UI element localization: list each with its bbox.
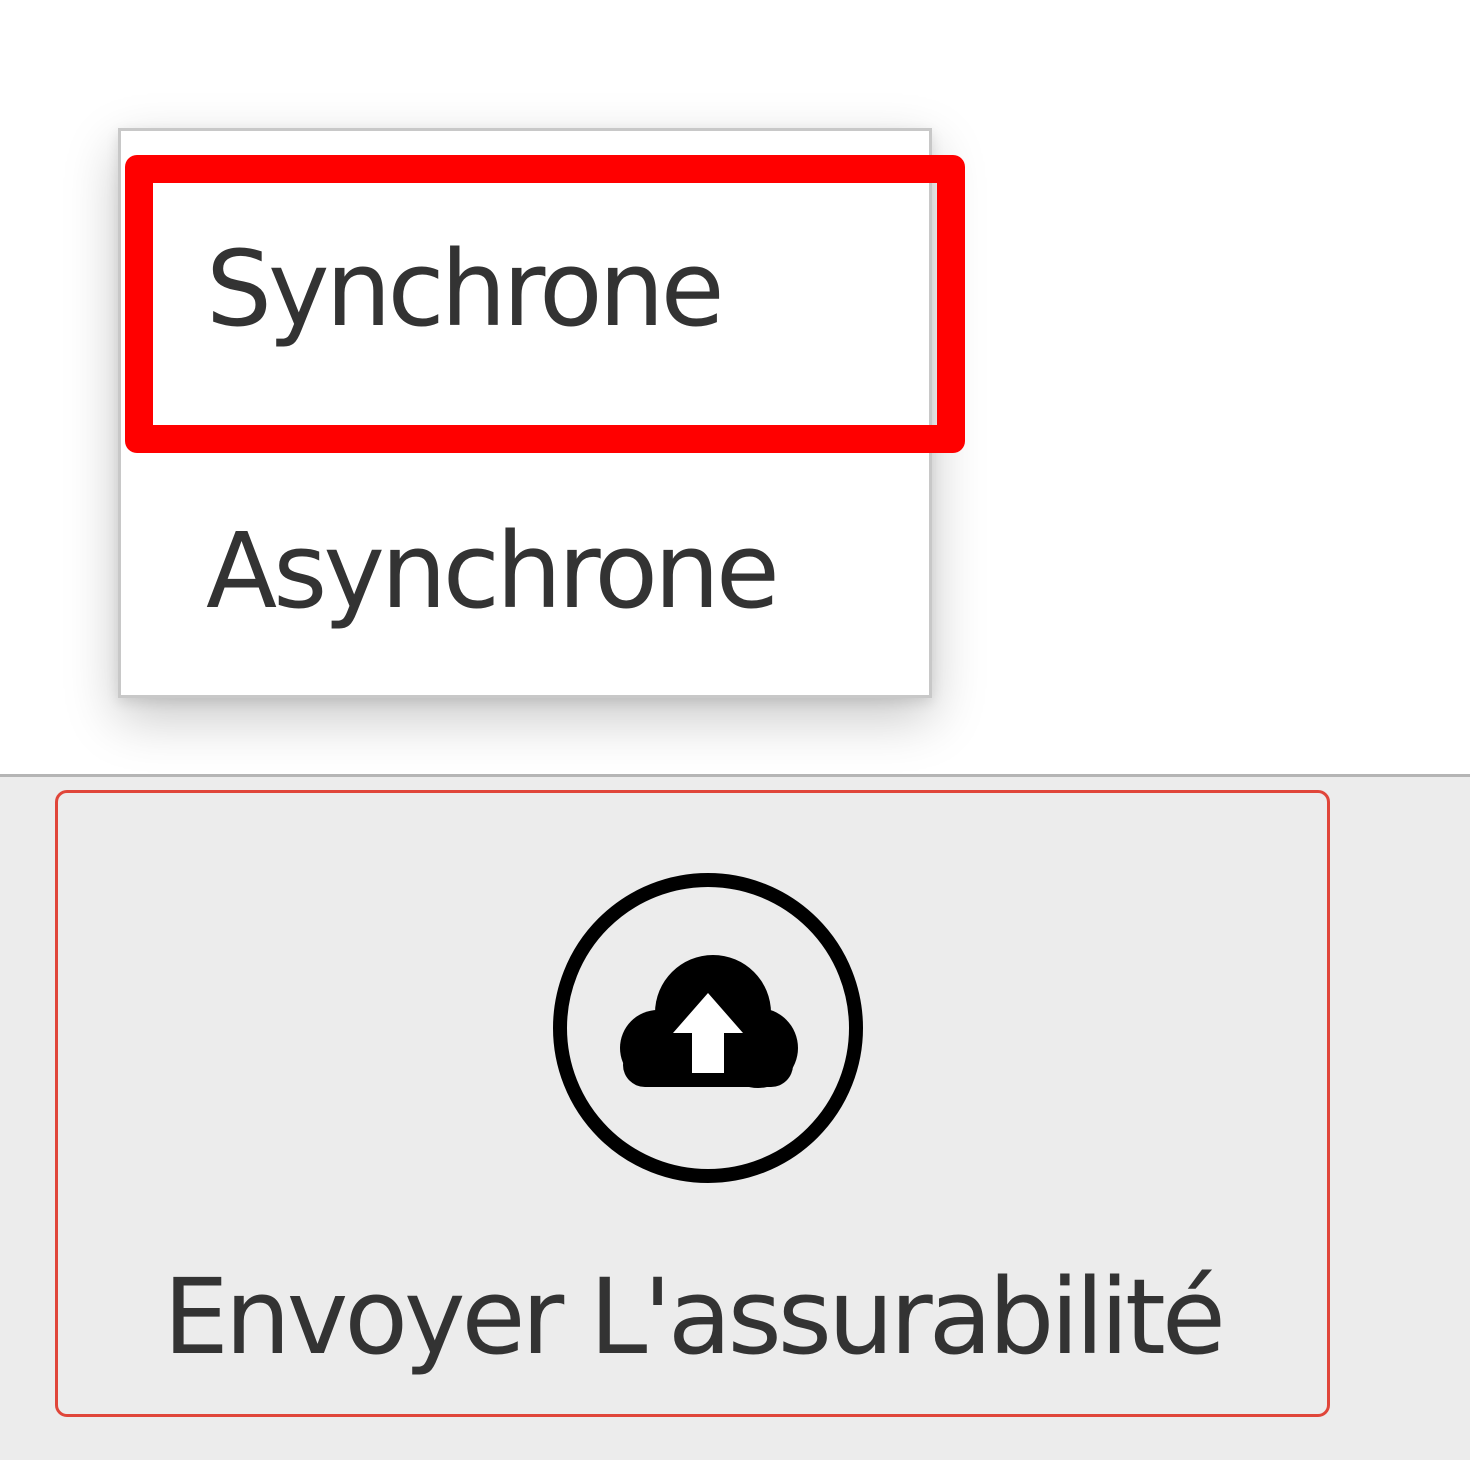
menu-item-asynchrone[interactable]: Asynchrone [121,519,929,623]
action-toolbar: Envoyer L'assurabilité [0,774,1470,1460]
menu-item-synchrone[interactable]: Synchrone [121,237,929,341]
sync-mode-dropdown-menu: Synchrone Asynchrone [118,128,932,698]
send-insurability-button[interactable]: Envoyer L'assurabilité [55,790,1330,1417]
dropdown-area: Synchrone Asynchrone [0,0,1470,774]
send-insurability-label: Envoyer L'assurabilité [163,1256,1226,1378]
cloud-upload-icon [553,873,863,1183]
